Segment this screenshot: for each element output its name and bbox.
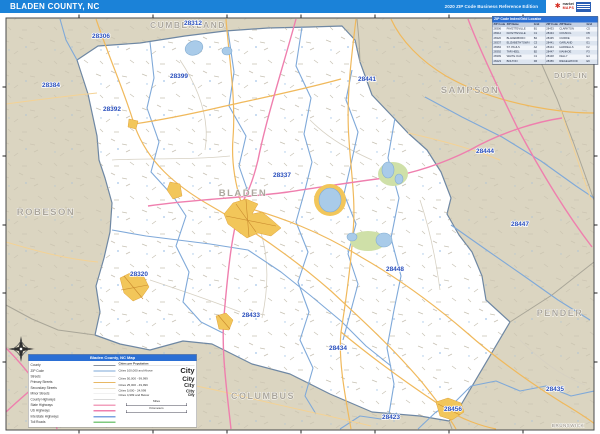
toll-line-swatch (93, 421, 116, 424)
scale-miles-bar (126, 403, 187, 406)
map-page: CUMBERLAND SAMPSON DUPLIN ROBESON BLADEN PEND… (0, 0, 600, 434)
page-title: BLADEN COUNTY, NC (10, 2, 100, 11)
logo-badge (576, 1, 592, 12)
zip-code-label: 28456 (444, 406, 462, 413)
zip-code-label: 28312 (184, 20, 202, 27)
town-tar-heel (127, 118, 139, 130)
zip-code-label: 28337 (273, 172, 291, 179)
county-name-label: ROBESON (17, 207, 76, 218)
legend-city-label: Cities 100,000 and Above (118, 369, 153, 373)
zip-line-swatch (93, 370, 116, 372)
legend-road-label: State Highways (30, 403, 53, 407)
zip-code-label: 28448 (386, 266, 404, 273)
legend-city-list: Cities 100,000 and Above City Cities 50,00… (119, 367, 195, 398)
zip-index-cell: 28423 (493, 59, 502, 63)
county-line-swatch (93, 364, 116, 366)
zip-index-cell: 28456 (546, 59, 554, 63)
legend-road-label: ZIP Code (30, 369, 44, 373)
streets-line-swatch (93, 376, 116, 377)
map-legend: Bladen County, NC Map County ZIP Code Stre… (28, 354, 197, 428)
edition-label: 2020 ZIP Code Business Reference Edition (444, 4, 538, 9)
county-name-label: DUPLIN (554, 71, 588, 80)
legend-cities-header: Cities per Population (118, 363, 195, 366)
zip-code-label: 28441 (358, 76, 376, 83)
legend-city-label: Cities 5,000 - 24,999 (118, 389, 147, 393)
state-line-swatch (93, 404, 116, 406)
legend-city-label: Cities 50,000 - 99,999 (118, 377, 148, 381)
legend-scales: Miles Kilometers (119, 399, 195, 413)
zip-code-label: 28435 (546, 386, 564, 393)
zip-code-label: 28447 (511, 221, 529, 228)
zip-index-cell: E6 (586, 59, 590, 63)
legend-road-item: Toll Roads (31, 419, 116, 425)
county-name-label: BRUNSWICK (552, 423, 585, 428)
zip-code-label: 28392 (103, 106, 121, 113)
legend-road-label: Minor Streets (30, 392, 50, 396)
legend-city-item: Cities 100,000 and Above City (119, 367, 195, 376)
publisher-logo: ✱ market MAPS (546, 0, 600, 13)
zip-code-label: 28399 (170, 73, 188, 80)
interstate-line-swatch (93, 415, 116, 418)
zip-code-label: 28423 (382, 414, 400, 421)
zip-code-label: 28434 (329, 345, 347, 352)
county-name-label: COLUMBUS (231, 391, 295, 401)
legend-road-label: County (30, 363, 41, 368)
legend-road-label: Streets (30, 374, 41, 379)
zip-code-label: 28320 (130, 271, 148, 278)
legend-city-item: Cities 4,999 and Below City (119, 394, 195, 398)
title-bar: BLADEN COUNTY, NC 2020 ZIP Code Business… (0, 0, 600, 13)
legend-city-label: Cities 4,999 and Below (118, 393, 150, 397)
legend-city-sample: City (180, 366, 195, 376)
zip-index-row: 28456 RIEGELWOOD E6 (545, 59, 598, 64)
county-name-label: BLADEN (219, 188, 268, 199)
zip-index-table: ZIP Code Index/Grid Locator ZIP Code ZIP … (492, 16, 598, 65)
scale-km-bar (126, 410, 187, 413)
legend-city-item: Cities 50,000 - 99,999 City (119, 375, 195, 383)
legend-road-label: Toll Roads (30, 420, 46, 425)
countyhwy-line-swatch (93, 399, 116, 400)
legend-road-label: US Highways (30, 409, 50, 413)
legend-road-label: Primary Streets (30, 380, 53, 385)
legend-city-sample: City (187, 393, 195, 398)
primary-line-swatch (93, 381, 116, 383)
compass-rose-icon (8, 336, 34, 362)
zip-index-cell: RIEGELWOOD (559, 59, 578, 63)
zip-index-row: 28423 BOLTON D6 (492, 59, 545, 64)
legend-road-label: Interstate Highways (30, 414, 59, 419)
us-line-swatch (93, 410, 116, 412)
county-name-label: PENDER (537, 308, 584, 318)
secondary-line-swatch (93, 387, 116, 389)
legend-road-label: Secondary Streets (30, 386, 57, 390)
zip-index-left-column: ZIP Code ZIP Name Grid 28306 FAYETTEVILLE B1 2… (492, 22, 546, 64)
legend-road-label: County Highways (30, 397, 56, 402)
minor-line-swatch (93, 393, 116, 395)
zip-code-label: 28444 (476, 148, 494, 155)
legend-city-sample: City (182, 375, 195, 383)
zip-index-cell: D6 (533, 59, 538, 63)
legend-city-label: Cities 25,000 - 49,999 (118, 384, 148, 387)
logo-text-bottom: MAPS (562, 5, 575, 10)
zip-index-right-column: ZIP Code ZIP Name Grid 28433 CLARKTON C5 28434… (545, 22, 598, 64)
zip-code-label: 28384 (42, 82, 60, 89)
zip-code-label: 28433 (242, 312, 260, 319)
zip-index-cell: BOLTON (506, 59, 518, 63)
logo-star-icon: ✱ (554, 3, 561, 10)
county-name-label: SAMPSON (441, 85, 500, 96)
legend-road-list: County ZIP Code Streets Primary Streets Seco… (31, 363, 116, 426)
zip-code-label: 28306 (92, 33, 110, 40)
